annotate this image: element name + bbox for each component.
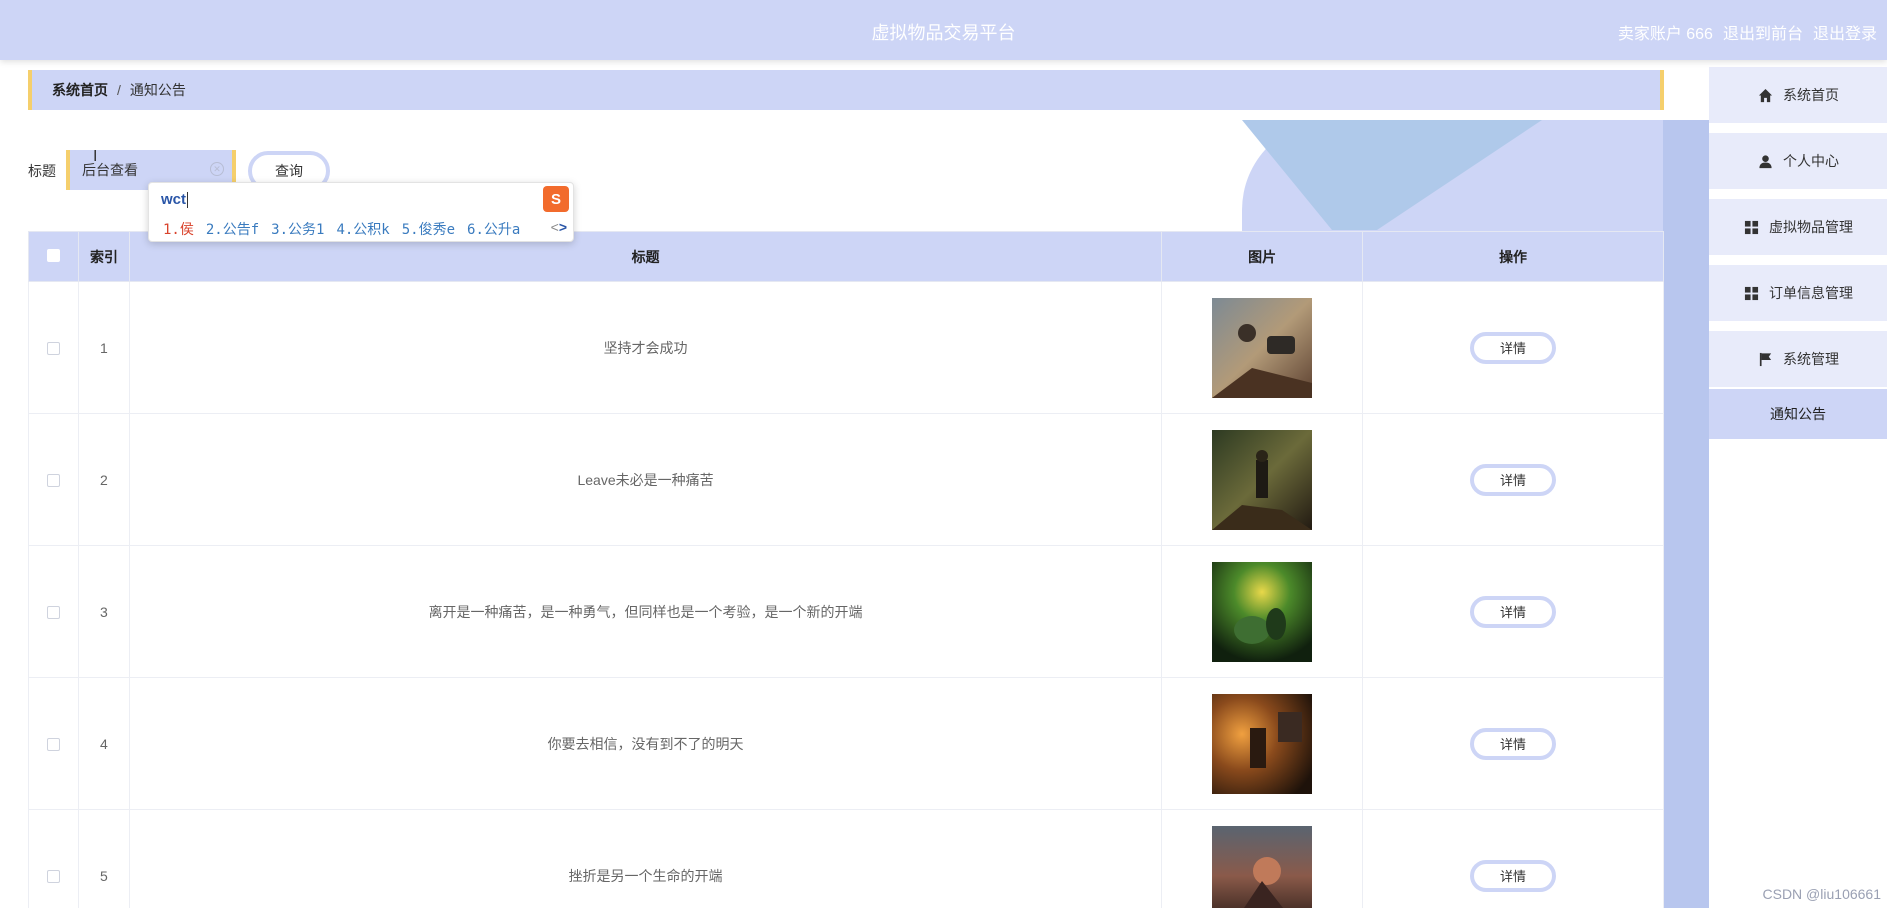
- flag-icon: [1757, 351, 1773, 367]
- detail-button[interactable]: 详情: [1470, 595, 1557, 628]
- row-image-cell: [1161, 545, 1364, 678]
- row-image-cell: [1161, 281, 1364, 414]
- row-checkbox[interactable]: [46, 870, 60, 884]
- column-header-index: 索引: [77, 231, 130, 282]
- ime-logo-icon[interactable]: S: [543, 186, 569, 212]
- detail-button[interactable]: 详情: [1470, 859, 1557, 892]
- table-row: 3 离开是一种痛苦，是一种勇气，但同样也是一个考验，是一个新的开端 详情: [28, 545, 1664, 678]
- breadcrumb-separator: /: [117, 82, 121, 98]
- table-row: 2 Leave未必是一种痛苦 详情: [28, 413, 1664, 546]
- sidebar-item-label: 系统首页: [1783, 87, 1839, 103]
- user-area: 卖家账户 666 退出到前台 退出登录: [1618, 20, 1877, 44]
- row-index: 1: [77, 281, 130, 414]
- row-checkbox[interactable]: [46, 474, 60, 488]
- row-thumbnail[interactable]: [1212, 693, 1313, 794]
- select-all-cell: [28, 231, 79, 282]
- breadcrumb-current: 通知公告: [129, 82, 186, 98]
- row-title: Leave未必是一种痛苦: [128, 413, 1163, 546]
- row-checkbox[interactable]: [46, 606, 60, 620]
- ime-candidate[interactable]: 1.侯: [163, 219, 194, 239]
- row-checkbox-cell: [28, 281, 79, 414]
- sidebar-subitem-notice[interactable]: 通知公告: [1709, 389, 1887, 439]
- breadcrumb-home[interactable]: 系统首页: [52, 80, 108, 100]
- sidebar-item-label: 个人中心: [1783, 153, 1839, 169]
- ime-composition: wct: [161, 191, 189, 209]
- row-index: 2: [77, 413, 130, 546]
- clear-icon[interactable]: ✕: [210, 162, 224, 176]
- text-cursor-icon: I: [93, 148, 98, 165]
- detail-button[interactable]: 详情: [1470, 331, 1557, 364]
- row-image-cell: [1161, 413, 1364, 546]
- ime-nav: <>: [551, 219, 567, 235]
- logout-link[interactable]: 退出登录: [1813, 20, 1877, 44]
- home-icon: [1757, 87, 1773, 103]
- row-checkbox-cell: [28, 545, 79, 678]
- row-index: 3: [77, 545, 130, 678]
- notice-table: 索引 标题 图片 操作 1 坚持才会成功 详情 2 Leave未必是一种痛苦 详…: [28, 231, 1664, 908]
- column-header-actions: 操作: [1362, 231, 1664, 282]
- ime-candidates: 1.侯 2.公告f 3.公务1 4.公积k 5.俊秀e 6.公升a: [163, 219, 520, 239]
- ime-caret: [187, 192, 189, 209]
- search-label: 标题: [28, 163, 56, 179]
- select-all-checkbox[interactable]: [46, 248, 60, 262]
- column-header-image: 图片: [1161, 231, 1364, 282]
- row-thumbnail[interactable]: [1212, 825, 1313, 908]
- ime-next-icon[interactable]: >: [559, 219, 567, 235]
- row-checkbox-cell: [28, 413, 79, 546]
- ime-candidate[interactable]: 3.公务1: [271, 219, 324, 239]
- sidebar-item-label: 订单信息管理: [1769, 285, 1853, 301]
- back-to-front-link[interactable]: 退出到前台: [1723, 20, 1803, 44]
- detail-button[interactable]: 详情: [1470, 463, 1557, 496]
- row-actions-cell: 详情: [1362, 809, 1664, 908]
- row-checkbox[interactable]: [46, 342, 60, 356]
- ime-candidate[interactable]: 5.俊秀e: [402, 219, 455, 239]
- row-image-cell: [1161, 677, 1364, 810]
- row-title: 离开是一种痛苦，是一种勇气，但同样也是一个考验，是一个新的开端: [128, 545, 1163, 678]
- ime-candidate[interactable]: 2.公告f: [206, 219, 259, 239]
- detail-button[interactable]: 详情: [1470, 727, 1557, 760]
- sidebar-item-system[interactable]: 系统管理: [1709, 331, 1887, 387]
- sidebar-item-profile[interactable]: 个人中心: [1709, 133, 1887, 189]
- row-title: 你要去相信，没有到不了的明天: [128, 677, 1163, 810]
- table-row: 4 你要去相信，没有到不了的明天 详情: [28, 677, 1664, 810]
- user-icon: [1757, 153, 1773, 169]
- row-checkbox-cell: [28, 677, 79, 810]
- row-actions-cell: 详情: [1362, 677, 1664, 810]
- background-decoration-strip: [1663, 120, 1710, 908]
- sidebar-item-virtual-goods[interactable]: 虚拟物品管理: [1709, 199, 1887, 255]
- breadcrumb: 系统首页 / 通知公告: [28, 70, 1664, 110]
- grid-icon: [1743, 285, 1759, 301]
- row-title: 挫折是另一个生命的开端: [128, 809, 1163, 908]
- app-title: 虚拟物品交易平台: [871, 23, 1016, 43]
- sidebar-item-label: 系统管理: [1783, 351, 1839, 367]
- grid-icon: [1743, 219, 1759, 235]
- row-actions-cell: 详情: [1362, 545, 1664, 678]
- row-index: 5: [77, 809, 130, 908]
- row-actions-cell: 详情: [1362, 281, 1664, 414]
- sidebar-item-home[interactable]: 系统首页: [1709, 67, 1887, 123]
- table-row: 5 挫折是另一个生命的开端 详情: [28, 809, 1664, 908]
- watermark: CSDN @liu106661: [1762, 886, 1882, 902]
- sidebar-item-orders[interactable]: 订单信息管理: [1709, 265, 1887, 321]
- ime-candidate[interactable]: 6.公升a: [467, 219, 520, 239]
- row-index: 4: [77, 677, 130, 810]
- ime-prev-icon[interactable]: <: [551, 219, 559, 235]
- row-thumbnail[interactable]: [1212, 429, 1313, 530]
- top-header: 虚拟物品交易平台 卖家账户 666 退出到前台 退出登录: [0, 0, 1887, 60]
- row-actions-cell: 详情: [1362, 413, 1664, 546]
- table-row: 1 坚持才会成功 详情: [28, 281, 1664, 414]
- row-thumbnail[interactable]: [1212, 561, 1313, 662]
- row-checkbox-cell: [28, 809, 79, 908]
- ime-candidate[interactable]: 4.公积k: [336, 219, 389, 239]
- account-label: 卖家账户 666: [1617, 26, 1713, 43]
- row-thumbnail[interactable]: [1212, 297, 1313, 398]
- sidebar-item-label: 虚拟物品管理: [1769, 219, 1853, 235]
- row-title: 坚持才会成功: [128, 281, 1163, 414]
- row-image-cell: [1161, 809, 1364, 908]
- ime-composition-text: wct: [161, 191, 187, 208]
- side-menu: 系统首页 个人中心 虚拟物品管理 订单信息管理 系统管理 通知公告: [1709, 60, 1887, 908]
- ime-popup: wct S 1.侯 2.公告f 3.公务1 4.公积k 5.俊秀e 6.公升a …: [148, 182, 574, 242]
- row-checkbox[interactable]: [46, 738, 60, 752]
